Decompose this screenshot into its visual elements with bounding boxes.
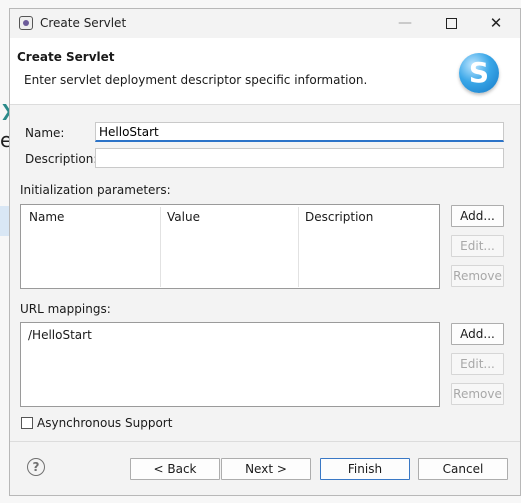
column-divider — [298, 207, 299, 287]
init-params-label: Initialization parameters: — [20, 183, 171, 197]
minimize-icon: — — [398, 15, 412, 31]
servlet-logo-icon: S — [459, 53, 499, 93]
maximize-button[interactable] — [435, 12, 467, 34]
title-bar[interactable]: Create Servlet — ✕ — [10, 9, 520, 38]
list-item[interactable]: /HelloStart — [28, 328, 92, 342]
init-params-table[interactable]: Name Value Description — [20, 204, 440, 289]
help-icon[interactable]: ? — [27, 458, 45, 476]
close-button[interactable]: ✕ — [480, 12, 512, 34]
maximize-icon — [445, 17, 457, 29]
create-servlet-dialog: Create Servlet — ✕ Create Servlet Enter … — [9, 8, 521, 496]
close-icon: ✕ — [489, 14, 503, 32]
wizard-header: Create Servlet Enter servlet deployment … — [10, 38, 520, 105]
init-params-add-button[interactable]: Add... — [451, 205, 504, 227]
finish-button[interactable]: Finish — [320, 458, 410, 480]
page-description: Enter servlet deployment descriptor spec… — [24, 73, 368, 87]
column-divider — [160, 207, 161, 287]
url-mappings-add-button[interactable]: Add... — [451, 323, 504, 345]
minimize-button[interactable]: — — [389, 12, 421, 34]
init-params-edit-button[interactable]: Edit... — [451, 235, 504, 257]
next-button[interactable]: Next > — [221, 458, 311, 480]
url-mappings-remove-button[interactable]: Remove — [451, 383, 504, 405]
url-mappings-list[interactable]: /HelloStart — [20, 322, 440, 407]
eclipse-app-icon — [19, 16, 33, 30]
name-label: Name: — [25, 126, 65, 140]
description-field[interactable] — [95, 148, 504, 168]
init-params-remove-button[interactable]: Remove — [451, 265, 504, 287]
page-title: Create Servlet — [17, 50, 115, 64]
footer-divider — [10, 441, 520, 442]
url-mappings-edit-button[interactable]: Edit... — [451, 353, 504, 375]
window-title: Create Servlet — [40, 16, 127, 30]
column-header-description[interactable]: Description — [305, 210, 373, 224]
description-label: Description: — [25, 152, 98, 166]
url-mappings-label: URL mappings: — [20, 302, 111, 316]
async-support-checkbox[interactable] — [21, 417, 33, 429]
back-button[interactable]: < Back — [130, 458, 220, 480]
name-field[interactable] — [95, 122, 504, 142]
column-header-value[interactable]: Value — [167, 210, 200, 224]
async-support-label[interactable]: Asynchronous Support — [37, 416, 172, 430]
column-header-name[interactable]: Name — [29, 210, 64, 224]
cancel-button[interactable]: Cancel — [418, 458, 508, 480]
